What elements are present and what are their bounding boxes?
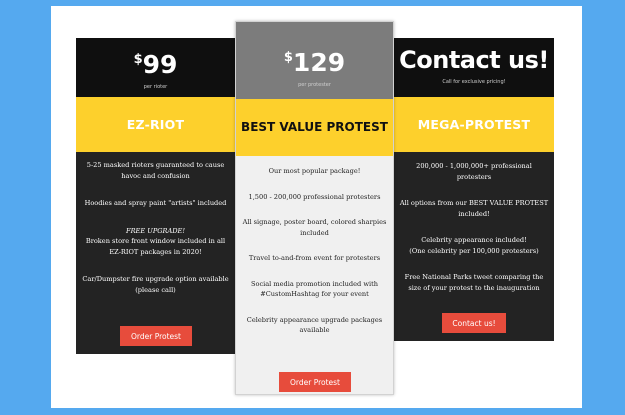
- pricing-card-best-value: $129 per protester BEST VALUE PROTEST Ou…: [235, 21, 394, 395]
- feature-item: Hoodies and spray paint "artists" includ…: [84, 199, 227, 207]
- price-contact: Contact us!: [399, 46, 549, 74]
- price-value: 99: [142, 50, 178, 79]
- price-subtitle: Call for exclusive pricing!: [442, 79, 506, 85]
- feature-item: Our most popular package!: [268, 167, 361, 175]
- pricing-card-ez-riot: $99 per rioter EZ-RIOT 5-25 masked riote…: [76, 38, 235, 354]
- feature-item: Broken store front window included in al…: [85, 237, 226, 256]
- pricing-card-mega-protest: Contact us! Call for exclusive pricing! …: [394, 38, 554, 341]
- plan-name: BEST VALUE PROTEST: [236, 99, 393, 156]
- feature-list: 5-25 masked rioters guaranteed to cause …: [76, 152, 235, 295]
- currency-symbol: $: [133, 52, 143, 67]
- contact-us-button[interactable]: Contact us!: [442, 313, 506, 333]
- price: $99: [76, 46, 235, 79]
- feature-item: Celebrity appearance upgrade packages av…: [246, 315, 383, 335]
- price-header: $99 per rioter: [76, 38, 235, 97]
- price: $129: [236, 44, 393, 77]
- order-protest-button[interactable]: Order Protest: [279, 372, 351, 392]
- feature-item: Car/Dumpster fire upgrade option availab…: [82, 275, 229, 294]
- feature-item: (One celebrity per 100,000 protesters): [409, 246, 539, 255]
- price-value: 129: [292, 48, 346, 77]
- order-protest-button[interactable]: Order Protest: [120, 326, 192, 346]
- feature-item: Celebrity appearance included!: [421, 236, 527, 244]
- currency-symbol: $: [283, 50, 293, 65]
- feature-item: Free National Parks tweet comparing the …: [404, 273, 544, 292]
- feature-item: Travel to-and-from event for protesters: [248, 254, 381, 262]
- plan-name: EZ-RIOT: [76, 97, 235, 152]
- price-header: Contact us! Call for exclusive pricing!: [394, 38, 554, 97]
- feature-item: Social media promotion included with #Cu…: [250, 279, 379, 299]
- price-subtitle: per protester: [298, 82, 331, 88]
- feature-list: 200,000 - 1,000,000+ professional protes…: [394, 152, 554, 293]
- price-header: $129 per protester: [236, 22, 393, 99]
- feature-item: 5-25 masked rioters guaranteed to cause …: [86, 161, 225, 180]
- feature-item: All options from our BEST VALUE PROTEST …: [399, 199, 549, 218]
- feature-item: 200,000 - 1,000,000+ professional protes…: [416, 162, 532, 181]
- feature-item: 1,500 - 200,000 professional protesters: [248, 192, 381, 201]
- feature-item: FREE UPGRADE!: [126, 226, 185, 235]
- feature-list: Our most popular package! 1,500 - 200,00…: [236, 156, 393, 336]
- feature-item: All signage, poster board, colored sharp…: [242, 218, 387, 237]
- plan-name: MEGA-PROTEST: [394, 97, 554, 152]
- price-subtitle: per rioter: [143, 84, 168, 90]
